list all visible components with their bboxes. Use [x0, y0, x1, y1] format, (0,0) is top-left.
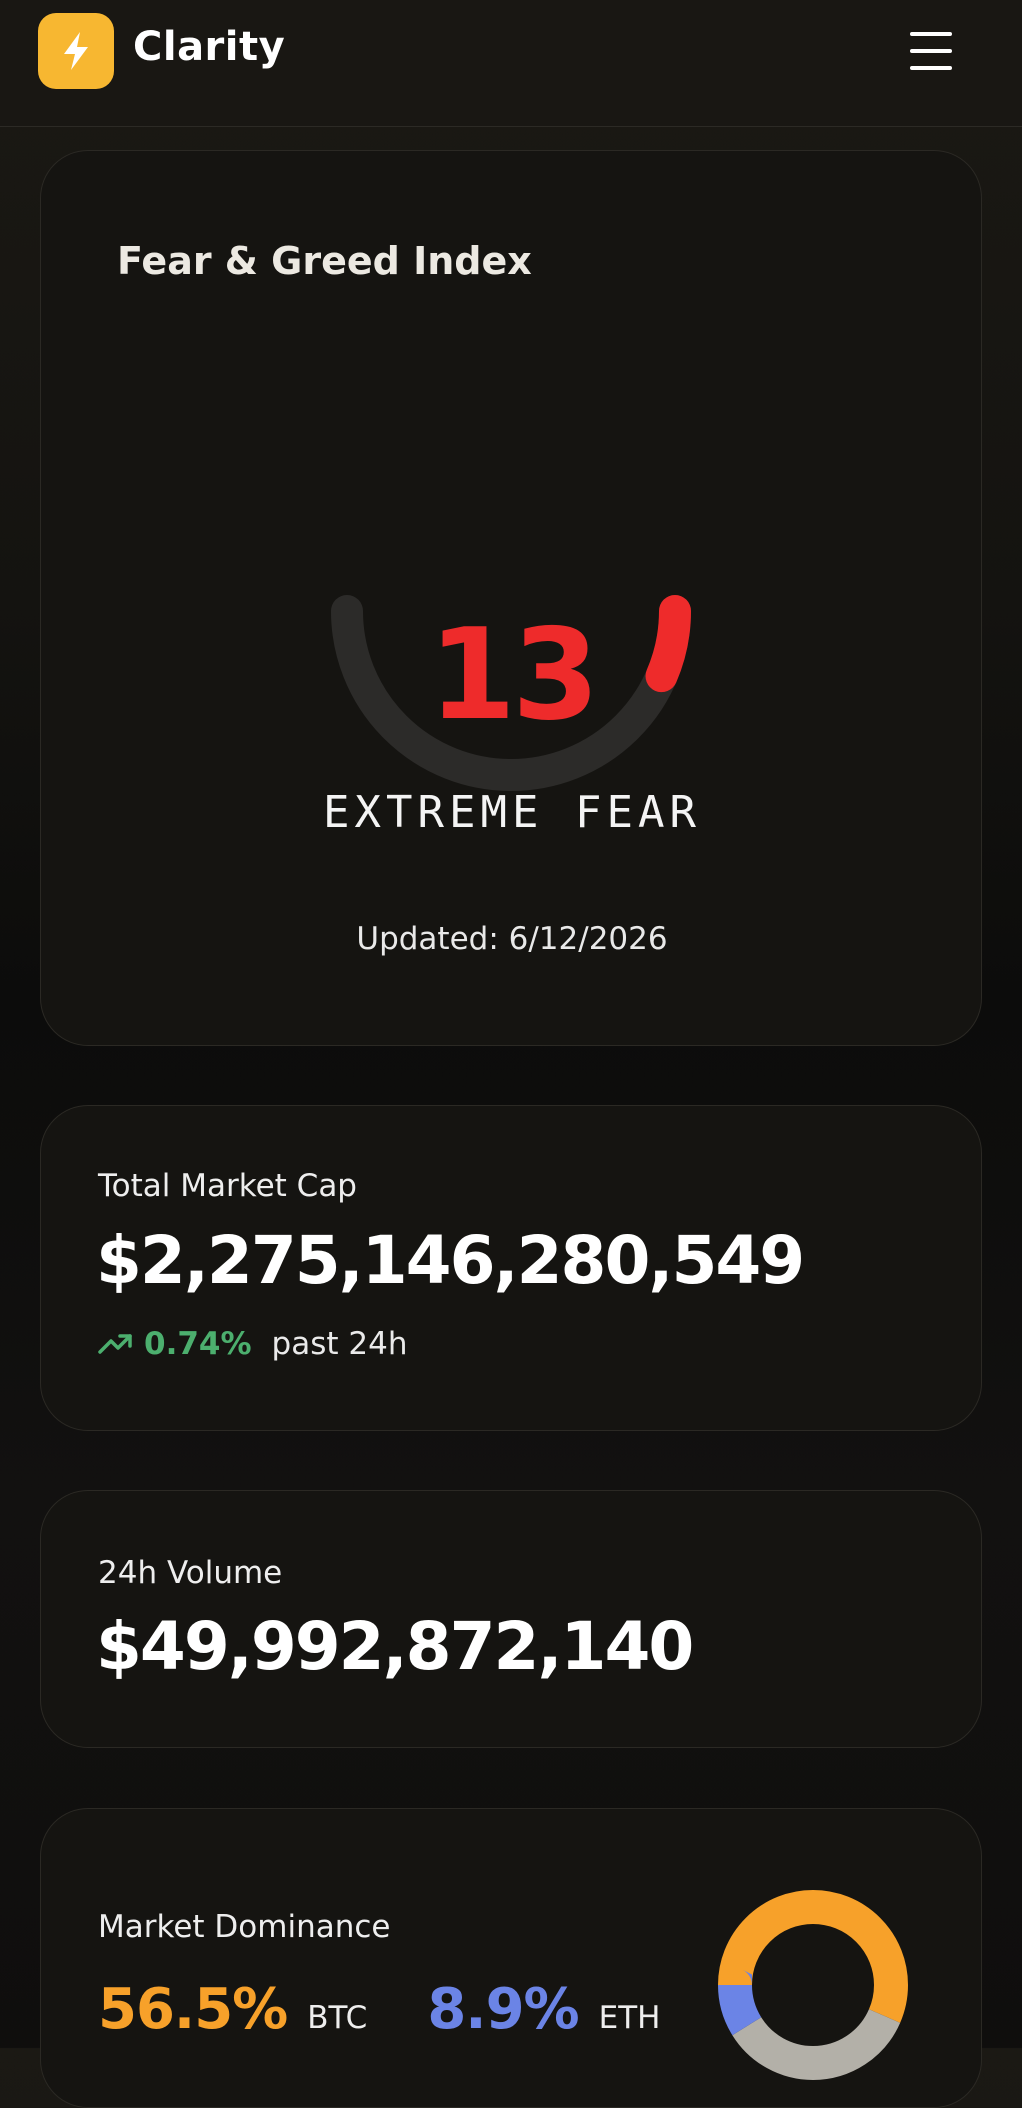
menu-button[interactable] [904, 26, 962, 76]
fear-greed-card: Fear & Greed Index 13 EXTREME FEAR Updat… [40, 150, 982, 1046]
hamburger-menu-icon-bar [910, 66, 952, 70]
eth-label: ETH [598, 2000, 661, 2036]
app-name: Clarity [133, 24, 286, 70]
btc-dominance-percent: 56.5% [98, 1977, 288, 2042]
market-cap-card: Total Market Cap $2,275,146,280,549 0.74… [40, 1105, 982, 1431]
volume-label: 24h Volume [98, 1555, 283, 1591]
market-cap-value: $2,275,146,280,549 [96, 1222, 805, 1299]
fear-greed-title: Fear & Greed Index [117, 239, 532, 283]
market-cap-change-percent: 0.74% [144, 1326, 252, 1362]
volume-card: 24h Volume $49,992,872,140 [40, 1490, 982, 1748]
dominance-card: Market Dominance 56.5% BTC 8.9% ETH [40, 1808, 982, 2108]
fear-greed-updated: Updated: 6/12/2026 [356, 921, 668, 957]
dominance-label: Market Dominance [98, 1909, 391, 1945]
market-cap-change-period: past 24h [271, 1326, 408, 1362]
eth-dominance-percent: 8.9% [427, 1977, 579, 2042]
hamburger-menu-icon-bar [910, 49, 952, 53]
market-cap-change: 0.74% past 24h [98, 1326, 407, 1362]
fear-greed-value: 13 [428, 601, 599, 748]
volume-value: $49,992,872,140 [96, 1608, 694, 1685]
trending-up-icon [98, 1334, 132, 1354]
fear-greed-classification: EXTREME FEAR [323, 787, 701, 838]
market-cap-label: Total Market Cap [98, 1168, 357, 1204]
dominance-values: 56.5% BTC 8.9% ETH [98, 1977, 660, 2042]
dominance-donut-chart [718, 1890, 908, 2080]
hamburger-menu-icon [910, 32, 952, 36]
app-header: Clarity [0, 0, 1022, 127]
btc-label: BTC [307, 2000, 368, 2036]
lightning-bolt-icon [64, 32, 88, 70]
app-logo[interactable] [38, 13, 114, 89]
